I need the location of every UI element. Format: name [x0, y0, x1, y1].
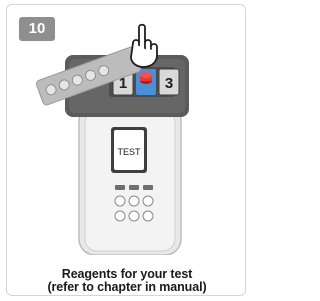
- pointing-hand-icon: [130, 23, 158, 68]
- caption-title: Reagents for your test: [61, 267, 193, 281]
- red-tablet-icon: [140, 72, 152, 84]
- display-text: TEST: [117, 147, 141, 157]
- step-number-badge: 10: [19, 17, 55, 41]
- device-illustration: 1 3 TEST: [35, 23, 189, 255]
- device-display: TEST: [111, 127, 147, 173]
- slot-right-label: 3: [165, 75, 173, 92]
- caption-subtitle: (refer to chapter in manual): [47, 280, 207, 294]
- instruction-card: 1 3 TEST 10 Reagents for your test (refe…: [6, 4, 246, 296]
